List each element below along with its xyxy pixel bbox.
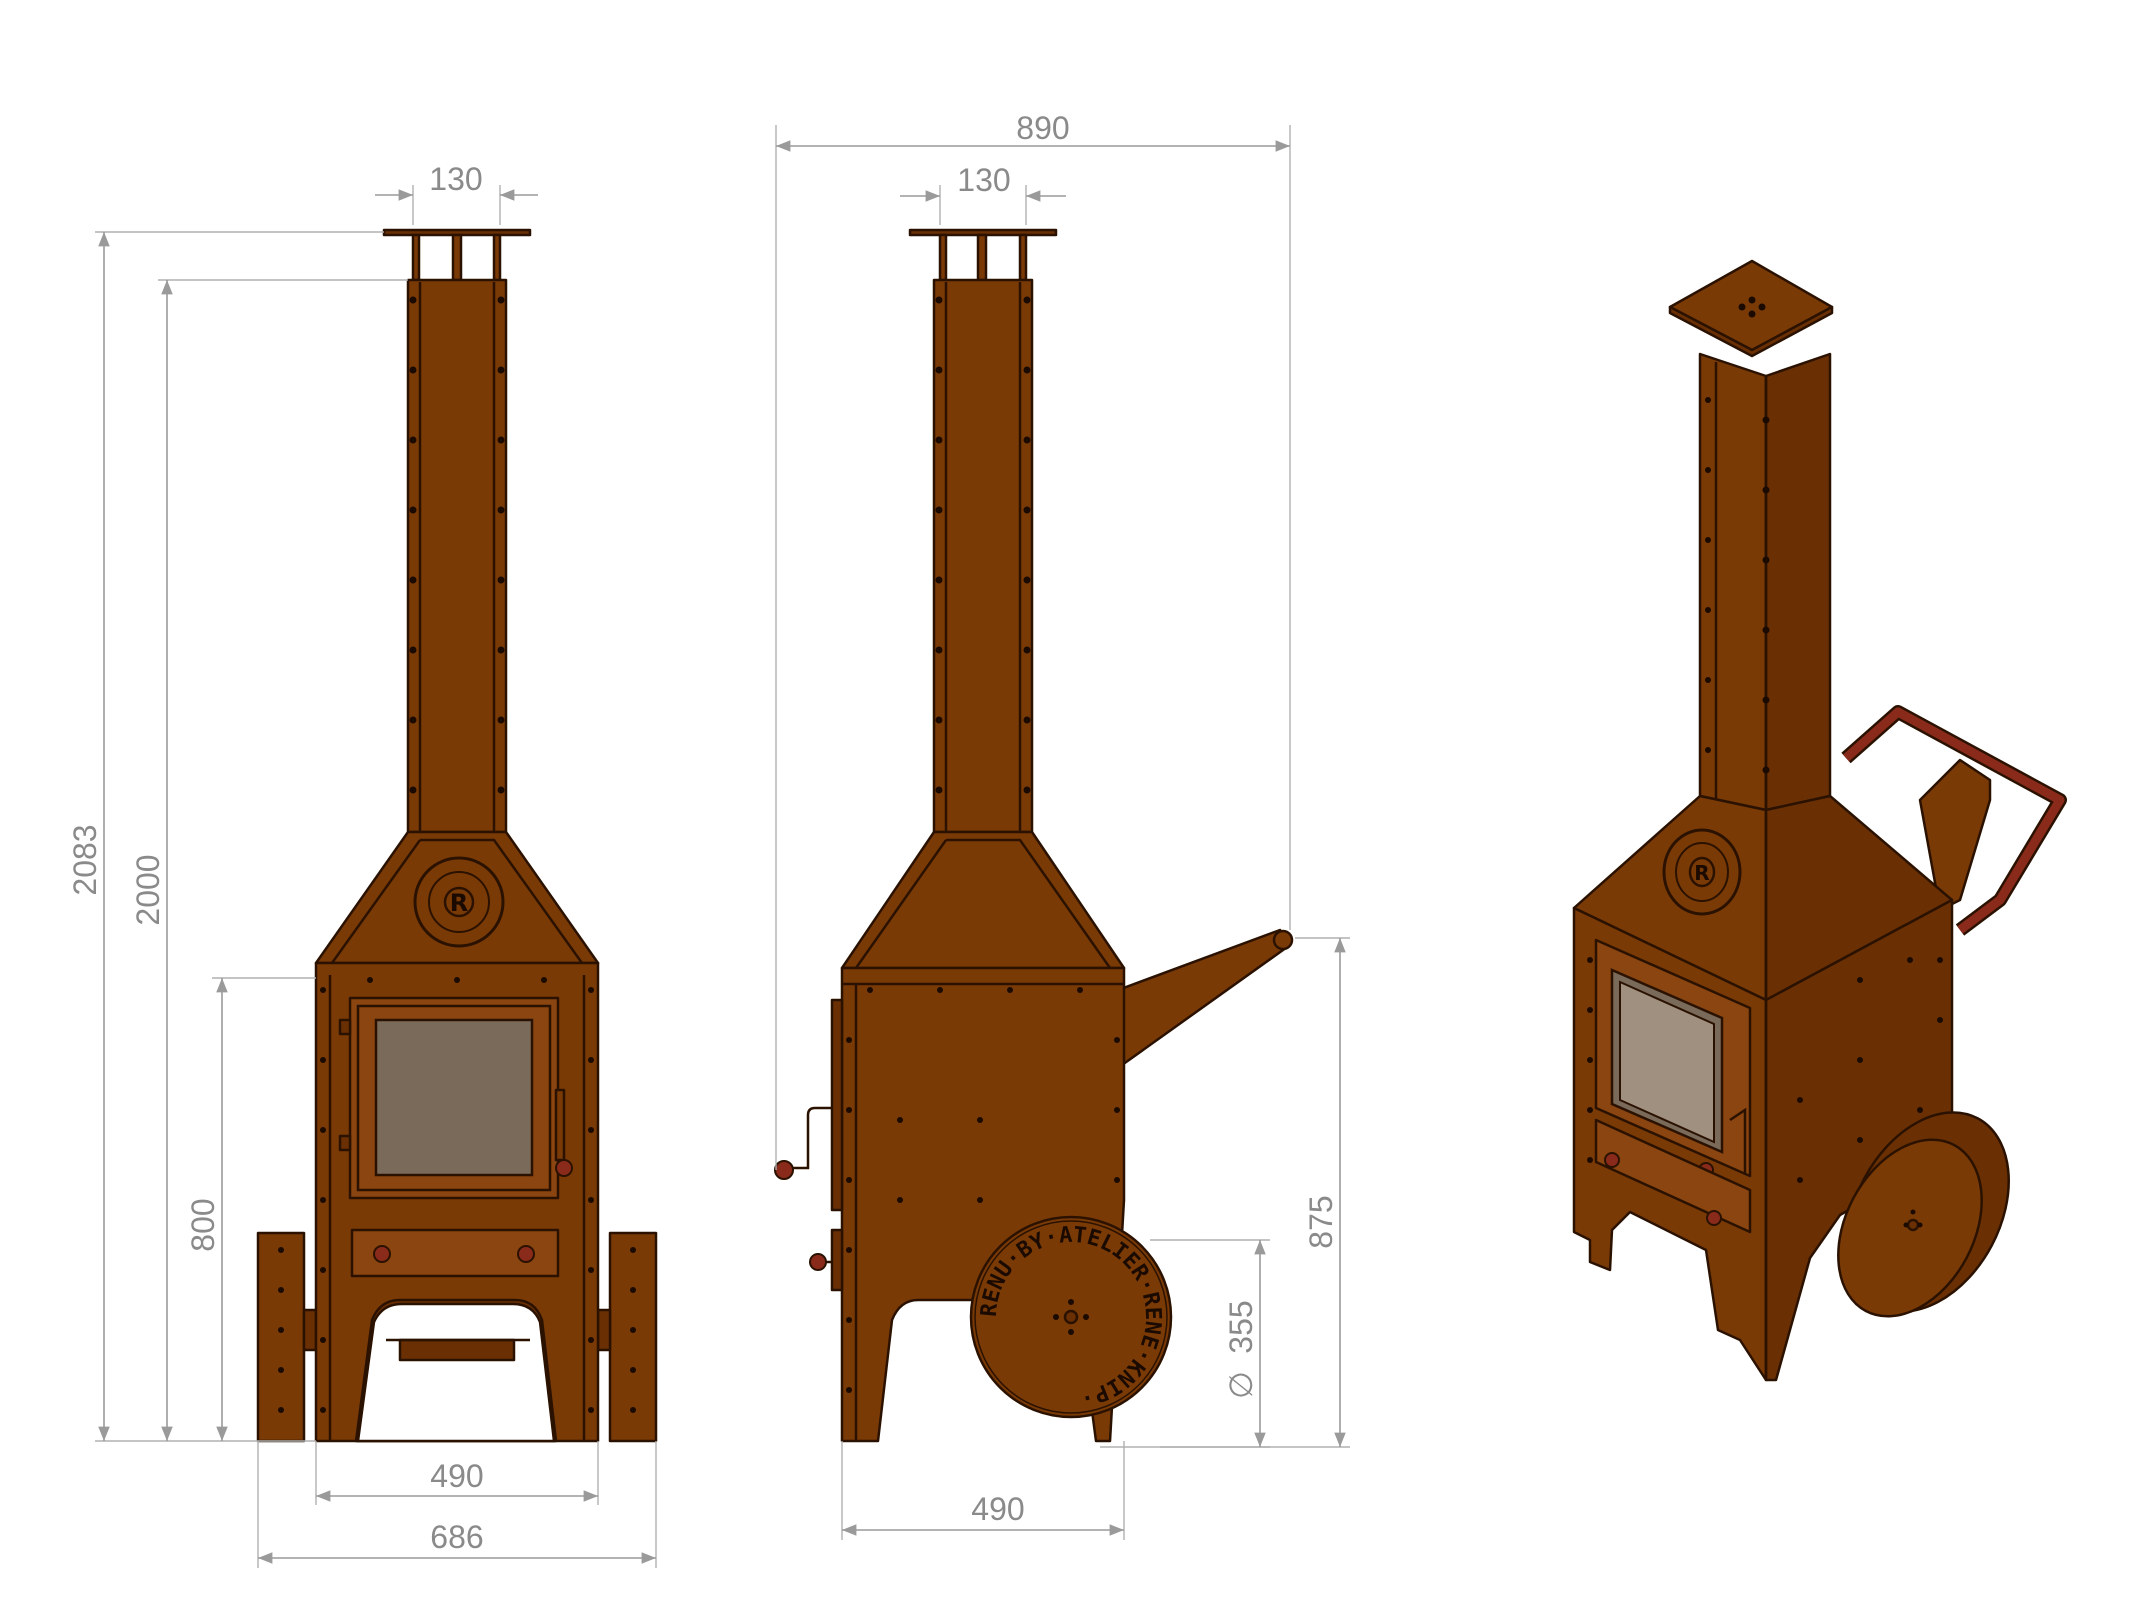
svg-text:2083: 2083 [67,824,103,895]
side-handle [1116,928,1292,1067]
isometric-view: R [1572,259,2067,1382]
svg-text:R: R [450,889,468,917]
svg-text:355: 355 [1223,1300,1259,1353]
svg-text:130: 130 [957,162,1010,198]
side-view: RENU·BY·ATELIER·RENE·KNIP· 890 130 875 ∅… [774,110,1350,1540]
front-view: R 130 2083 2000 800 490 686 [67,161,658,1568]
svg-text:∅: ∅ [1223,1371,1259,1399]
svg-text:800: 800 [185,1198,221,1251]
iso-logo: R [1662,828,1742,916]
front-logo: R [413,856,505,948]
front-chimney [406,278,508,834]
svg-text:2000: 2000 [130,854,166,925]
technical-drawing: R 130 2083 2000 800 490 686 RENU·BY·ATEL… [67,110,2067,1568]
iso-chimney-right [1764,352,1832,812]
svg-text:490: 490 [971,1491,1024,1527]
svg-text:490: 490 [430,1458,483,1494]
side-wheel: RENU·BY·ATELIER·RENE·KNIP· [969,1215,1173,1419]
svg-text:890: 890 [1016,110,1069,146]
svg-text:875: 875 [1303,1195,1339,1248]
side-hood [840,830,1126,970]
svg-text:686: 686 [430,1519,483,1555]
svg-text:R: R [1694,861,1709,885]
side-chimney [932,278,1034,834]
svg-text:130: 130 [429,161,482,197]
front-door-glass [374,1018,534,1177]
iso-chimney-left [1698,352,1768,812]
iso-chimney-cap [1668,259,1834,352]
